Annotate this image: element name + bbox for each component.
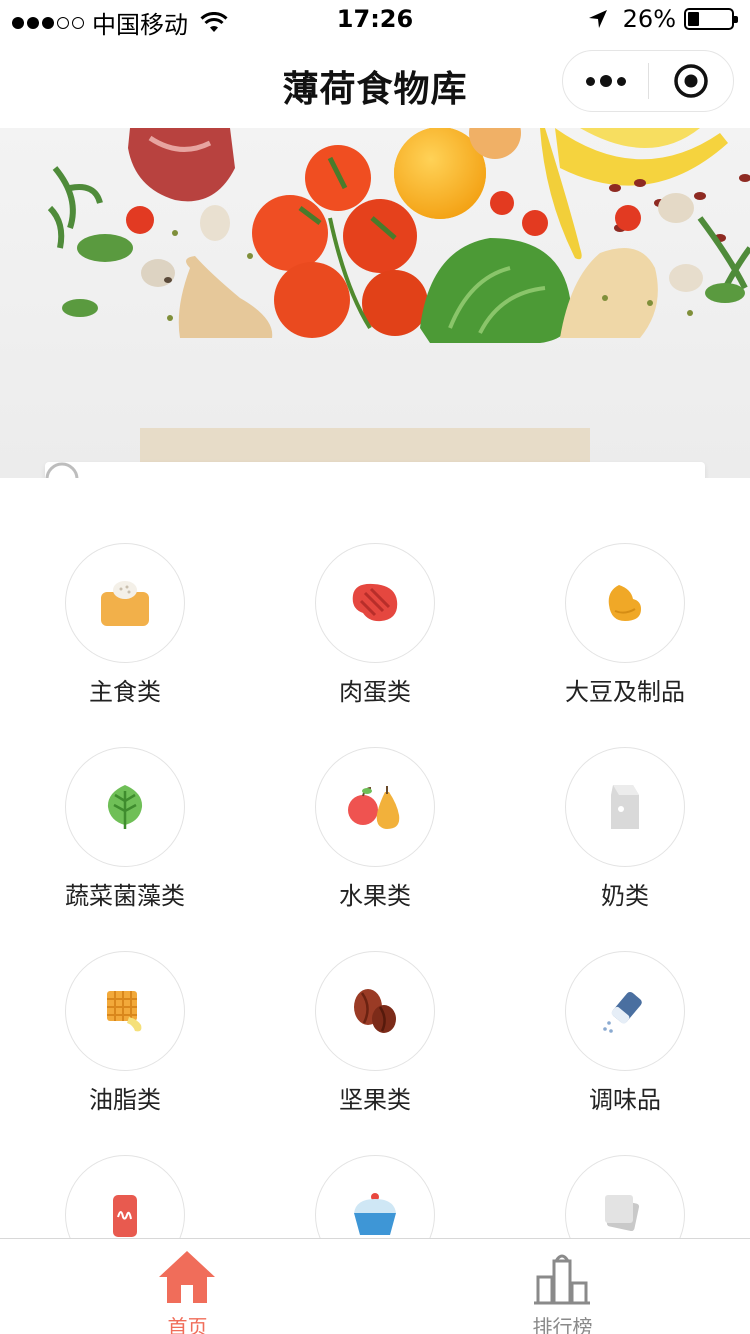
hero-banner (0, 128, 750, 478)
nut-coffee-bean-icon (354, 989, 396, 1033)
category-icon-circle (565, 951, 685, 1071)
category-item-vegetable[interactable]: 蔬菜菌藻类 (0, 682, 250, 910)
salt-shaker-icon (603, 991, 642, 1033)
category-item-meat-egg[interactable]: 肉蛋类 (250, 478, 500, 706)
fruit-apple-pear-icon (348, 786, 400, 829)
vegetable-leaf-icon (107, 785, 143, 829)
category-icon-circle (65, 951, 185, 1071)
category-item-other[interactable] (500, 1090, 750, 1238)
drink-can-icon (113, 1195, 137, 1237)
more-button[interactable] (563, 50, 648, 112)
tab-home[interactable]: 首页 (0, 1239, 375, 1334)
category-item-staple[interactable]: 主食类 (0, 478, 250, 706)
butter-oil-icon (107, 991, 142, 1032)
category-grid: 主食类 肉蛋类 大豆及制品 蔬菜菌藻类 水果类 奶类 油脂类 坚果类 调味品 (0, 478, 750, 1238)
category-icon-circle (315, 951, 435, 1071)
category-item-milk[interactable]: 奶类 (500, 682, 750, 910)
category-icon-circle (65, 543, 185, 663)
category-item-oil[interactable]: 油脂类 (0, 886, 250, 1114)
target-close-icon (674, 64, 708, 98)
category-icon-circle (315, 1155, 435, 1238)
status-right: 26% (587, 5, 738, 33)
category-icon-circle (65, 747, 185, 867)
tab-label: 排行榜 (532, 1315, 593, 1334)
home-icon (159, 1251, 215, 1303)
other-stack-icon (605, 1195, 640, 1232)
more-dots-icon (599, 75, 612, 87)
meat-steak-icon (352, 583, 398, 622)
search-box (45, 462, 705, 478)
staple-bread-icon (101, 581, 149, 626)
category-item-dessert[interactable] (250, 1090, 500, 1238)
category-item-fruit[interactable]: 水果类 (250, 682, 500, 910)
battery-icon (684, 8, 738, 30)
food-banner-illustration (47, 128, 750, 478)
status-bar: 中国移动 17:26 26% (0, 0, 750, 40)
mini-program-capsule (562, 50, 734, 112)
cupcake-icon (354, 1193, 396, 1235)
category-icon-circle (315, 747, 435, 867)
close-button[interactable] (649, 50, 733, 112)
category-item-nuts[interactable]: 坚果类 (250, 886, 500, 1114)
category-icon-circle (65, 1155, 185, 1238)
category-item-seasoning[interactable]: 调味品 (500, 886, 750, 1114)
category-item-drink[interactable] (0, 1090, 250, 1238)
ranking-icon (534, 1254, 590, 1305)
location-arrow-icon (588, 10, 607, 28)
milk-carton-icon (611, 785, 639, 829)
tab-label: 首页 (167, 1315, 208, 1334)
category-icon-circle (565, 747, 685, 867)
battery-percent: 26% (622, 5, 676, 33)
search-icon (45, 462, 79, 478)
category-icon-circle (315, 543, 435, 663)
tab-bar: 首页 排行榜 (0, 1238, 750, 1334)
category-icon-circle (565, 543, 685, 663)
tab-ranking[interactable]: 排行榜 (375, 1239, 750, 1334)
soybean-icon (608, 585, 641, 621)
nav-bar: 薄荷食物库 (0, 40, 750, 128)
category-icon-circle (565, 1155, 685, 1238)
category-item-soy[interactable]: 大豆及制品 (500, 478, 750, 706)
